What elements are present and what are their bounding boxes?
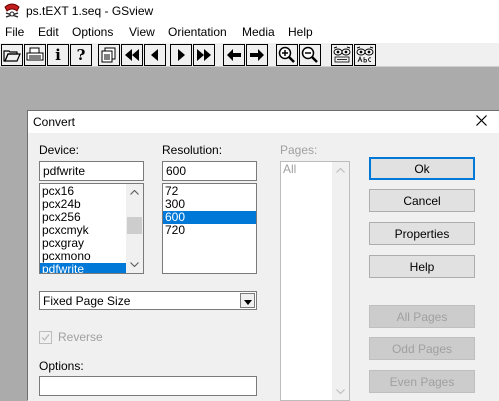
- menu-media[interactable]: Media: [242, 25, 275, 39]
- window-titlebar[interactable]: ps.tEXT 1.seq - GSview: [0, 0, 499, 22]
- page-size-dropdown[interactable]: Fixed Page Size: [39, 291, 257, 310]
- device-list-scrollbar[interactable]: [126, 184, 143, 273]
- menu-edit[interactable]: Edit: [38, 25, 59, 39]
- reverse-label: Reverse: [58, 330, 103, 344]
- pages-label: Pages:: [280, 143, 318, 157]
- previous-page-button[interactable]: [144, 44, 166, 66]
- pages-list-scrollbar[interactable]: [332, 162, 349, 400]
- resolution-label: Resolution:: [162, 143, 223, 157]
- even-pages-button[interactable]: Even Pages: [369, 370, 475, 393]
- page-size-value: Fixed Page Size: [43, 294, 131, 308]
- forward-arrow-icon: [249, 48, 265, 62]
- resolution-list[interactable]: 72 300 600 720: [162, 183, 257, 274]
- next-page-icon: [175, 48, 187, 62]
- options-label: Options:: [39, 359, 84, 373]
- ok-button[interactable]: Ok: [369, 157, 475, 180]
- dialog-title: Convert: [33, 115, 76, 129]
- zoom-out-button[interactable]: [299, 44, 321, 66]
- next-page-button[interactable]: [170, 44, 192, 66]
- menu-help[interactable]: Help: [288, 25, 313, 39]
- resolution-field[interactable]: 600: [162, 161, 257, 181]
- menu-bar: File Edit Options View Orientation Media…: [0, 22, 499, 43]
- pages-button[interactable]: [98, 44, 120, 66]
- help-button[interactable]: Help: [369, 255, 475, 278]
- zoom-in-button[interactable]: [276, 44, 298, 66]
- list-item-selected[interactable]: pdfwrite: [40, 263, 126, 273]
- print-button[interactable]: [24, 44, 46, 66]
- pages-list[interactable]: All: [280, 161, 350, 401]
- text-extract-button[interactable]: [354, 44, 376, 66]
- pages-icon: [100, 47, 118, 63]
- zoom-out-icon: [301, 46, 319, 64]
- convert-dialog: Convert Device: pdfwrite pcx16 pcx24b pc…: [27, 110, 499, 401]
- scroll-down-icon[interactable]: [126, 256, 143, 273]
- first-page-icon: [124, 48, 140, 62]
- back-button[interactable]: [223, 44, 245, 66]
- options-field[interactable]: [39, 376, 257, 396]
- last-page-icon: [196, 48, 212, 62]
- first-page-button[interactable]: [121, 44, 143, 66]
- zoom-in-icon: [278, 46, 296, 64]
- device-list[interactable]: pcx16 pcx24b pcx256 pcxcmyk pcxgray pcxm…: [39, 183, 144, 274]
- scroll-down-icon[interactable]: [332, 383, 349, 400]
- list-item[interactable]: 720: [163, 224, 256, 237]
- menu-options[interactable]: Options: [72, 25, 113, 39]
- print-icon: [26, 47, 44, 63]
- scroll-up-icon[interactable]: [332, 162, 349, 179]
- gsview-app-icon[interactable]: [3, 2, 21, 19]
- device-field[interactable]: pdfwrite: [39, 161, 144, 181]
- display-settings-button[interactable]: [331, 44, 353, 66]
- all-pages-button[interactable]: All Pages: [369, 305, 475, 328]
- help-button[interactable]: ?: [70, 44, 92, 66]
- odd-pages-button[interactable]: Odd Pages: [369, 337, 475, 360]
- toolbar: i ?: [0, 43, 499, 67]
- dialog-body: Device: pdfwrite pcx16 pcx24b pcx256 pcx…: [28, 133, 499, 401]
- previous-page-icon: [149, 48, 161, 62]
- menu-file[interactable]: File: [5, 25, 24, 39]
- text-extract-icon: [355, 46, 375, 64]
- device-label: Device:: [39, 143, 80, 157]
- chevron-down-icon: [243, 294, 252, 308]
- back-arrow-icon: [226, 48, 242, 62]
- last-page-button[interactable]: [193, 44, 215, 66]
- dialog-titlebar[interactable]: Convert: [28, 111, 499, 133]
- window-title: ps.tEXT 1.seq - GSview: [26, 4, 154, 18]
- properties-button[interactable]: Properties: [369, 222, 475, 245]
- cancel-button[interactable]: Cancel: [369, 189, 475, 212]
- menu-view[interactable]: View: [129, 25, 155, 39]
- forward-button[interactable]: [246, 44, 268, 66]
- scroll-thumb[interactable]: [127, 217, 142, 234]
- display-settings-icon: [332, 46, 352, 64]
- menu-orientation[interactable]: Orientation: [168, 25, 227, 39]
- reverse-checkbox[interactable]: [39, 331, 52, 344]
- close-icon: [475, 115, 487, 129]
- scroll-up-icon[interactable]: [126, 184, 143, 201]
- open-button[interactable]: [1, 44, 23, 66]
- info-button[interactable]: i: [47, 44, 69, 66]
- help-icon: ?: [76, 45, 86, 64]
- dropdown-button[interactable]: [240, 293, 255, 308]
- info-icon: i: [55, 45, 61, 64]
- close-button[interactable]: [468, 112, 494, 132]
- open-icon: [3, 47, 21, 63]
